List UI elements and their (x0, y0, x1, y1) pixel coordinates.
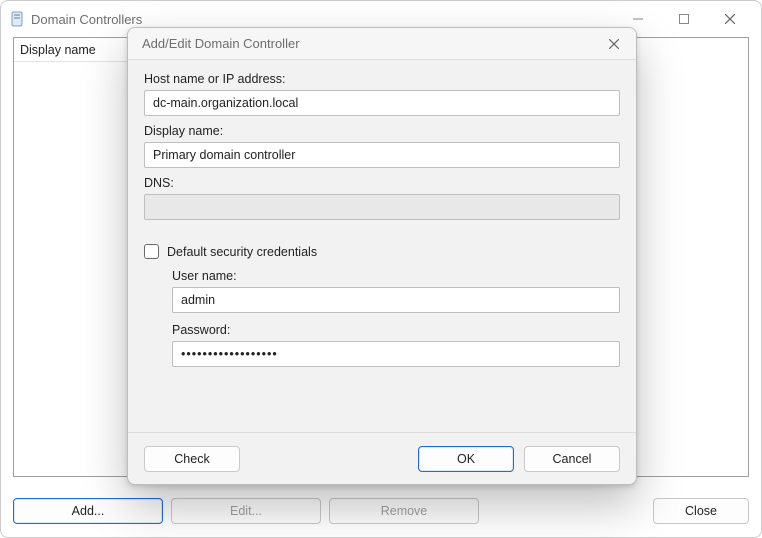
close-button[interactable]: Close (653, 498, 749, 524)
dns-label: DNS: (144, 176, 620, 190)
dialog-close-button[interactable] (596, 30, 632, 58)
dns-input (144, 194, 620, 220)
maximize-button[interactable] (661, 4, 707, 34)
close-window-button[interactable] (707, 4, 753, 34)
default-credentials-checkbox[interactable] (144, 244, 159, 259)
add-edit-domain-controller-dialog: Add/Edit Domain Controller Host name or … (127, 27, 637, 485)
credentials-block: User name: Password: (144, 265, 620, 367)
remove-button[interactable]: Remove (329, 498, 479, 524)
domain-controllers-window: Domain Controllers Display name Add... E… (0, 0, 762, 538)
username-input[interactable] (172, 287, 620, 313)
username-label: User name: (172, 269, 620, 283)
host-label: Host name or IP address: (144, 72, 620, 86)
app-icon (9, 11, 25, 27)
default-credentials-checkbox-row[interactable]: Default security credentials (144, 244, 620, 259)
default-credentials-label: Default security credentials (167, 245, 317, 259)
display-name-label: Display name: (144, 124, 620, 138)
column-header-label: Display name (20, 43, 96, 57)
cancel-button[interactable]: Cancel (524, 446, 620, 472)
check-button[interactable]: Check (144, 446, 240, 472)
dialog-body: Host name or IP address: Display name: D… (128, 60, 636, 432)
window-footer: Add... Edit... Remove Close (1, 485, 761, 537)
dialog-footer: Check OK Cancel (128, 432, 636, 484)
add-button[interactable]: Add... (13, 498, 163, 524)
column-header-display-name[interactable]: Display name (14, 38, 144, 62)
ok-button[interactable]: OK (418, 446, 514, 472)
display-name-input[interactable] (144, 142, 620, 168)
password-input[interactable] (172, 341, 620, 367)
dialog-title: Add/Edit Domain Controller (142, 36, 300, 51)
edit-button[interactable]: Edit... (171, 498, 321, 524)
window-title: Domain Controllers (31, 12, 142, 27)
password-label: Password: (172, 323, 620, 337)
dialog-titlebar: Add/Edit Domain Controller (128, 28, 636, 60)
host-input[interactable] (144, 90, 620, 116)
